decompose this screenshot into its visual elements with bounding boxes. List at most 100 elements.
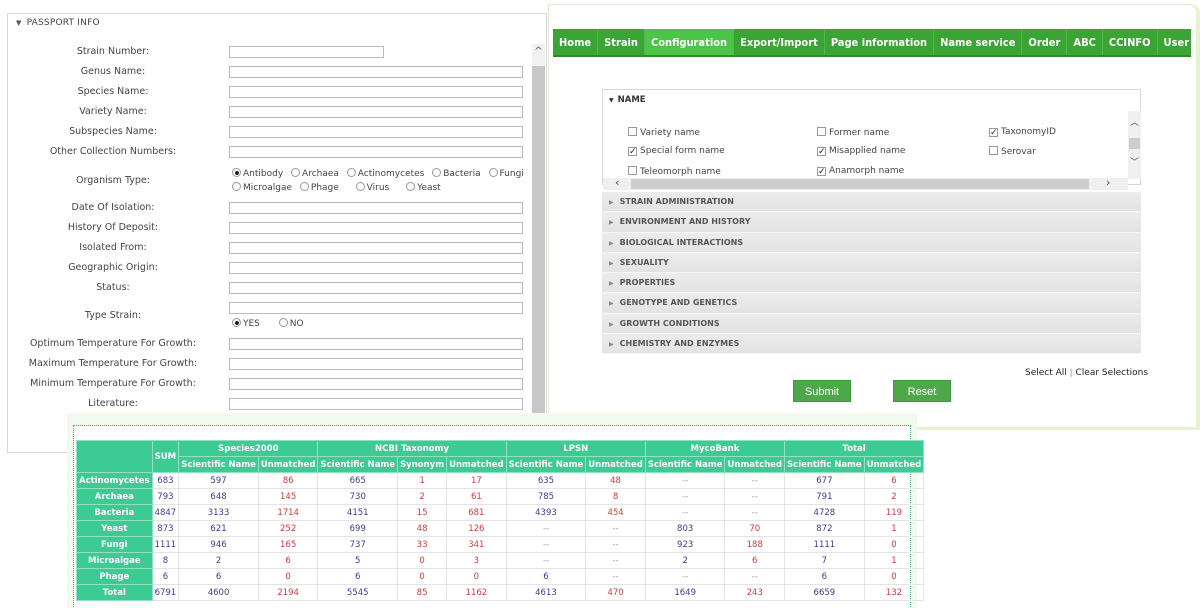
column-header: Scientific Name — [317, 456, 399, 473]
organism-radio-virus[interactable]: Virus — [355, 182, 389, 193]
scroll-right-arrow-icon[interactable]: › — [1106, 176, 1110, 189]
checkbox-taxonomyid[interactable]: ✓ TaxonomyID — [989, 127, 1056, 138]
type-strain-input[interactable] — [229, 302, 523, 314]
section-genotype-and-genetics[interactable]: ▶ GENOTYPE AND GENETICS — [602, 293, 1141, 314]
strain-number-input[interactable] — [229, 46, 384, 58]
organism-radio-yeast[interactable]: Yeast — [406, 182, 441, 193]
nav-tab-user[interactable]: User — [1158, 29, 1196, 55]
radio-icon — [406, 182, 416, 191]
table-cell: 1 — [863, 520, 925, 537]
checkbox-checked-icon: ✓ — [989, 128, 998, 138]
subspecies-name-input[interactable] — [229, 126, 523, 138]
field-row-subspecies-name: Subspecies Name: — [8, 122, 528, 142]
organism-radio-archaea[interactable]: Archaea — [291, 168, 339, 179]
date-of-isolation-input[interactable] — [229, 202, 523, 214]
checkbox-special-form-name[interactable]: ✓ Special form name — [628, 146, 725, 157]
section-biological-interactions[interactable]: ▶ BIOLOGICAL INTERACTIONS — [602, 232, 1141, 253]
passport-info-header[interactable]: ▼ PASSPORT INFO — [16, 18, 100, 28]
section-environment-and-history[interactable]: ▶ ENVIRONMENT AND HISTORY — [602, 212, 1141, 233]
nav-tab-order[interactable]: Order — [1022, 29, 1068, 55]
table-cell: 0 — [397, 568, 448, 585]
species-name-input[interactable] — [229, 86, 523, 98]
field-label: Type Strain: — [84, 310, 142, 321]
nav-tab-strain[interactable]: Strain — [598, 29, 645, 55]
reset-button[interactable]: Reset — [893, 380, 951, 402]
type-strain-radio-yes[interactable]: YES — [232, 318, 260, 329]
field-row-optimum-temperature: Optimum Temperature For Growth: — [8, 334, 528, 354]
scroll-down-arrow-icon[interactable]: ﹀ — [1128, 155, 1141, 168]
table-row: Archaea 793 648 145 730 2 61 785 8 -- -- 791 2 — [76, 488, 925, 505]
name-vertical-scrollbar[interactable]: ︿ ﹀ — [1128, 111, 1141, 179]
select-all-link[interactable]: Select All — [1025, 368, 1067, 378]
nav-tab-export-import[interactable]: Export/Import — [734, 29, 825, 55]
table-cell: 3 — [446, 552, 507, 569]
organism-radio-phage[interactable]: Phage — [299, 182, 339, 193]
section-chemistry-and-enzymes[interactable]: ▶ CHEMISTRY AND ENZYMES — [602, 334, 1141, 355]
table-cell: 6 — [724, 552, 786, 569]
section-strain-administration[interactable]: ▶ STRAIN ADMINISTRATION — [602, 192, 1141, 213]
table-cell: 70 — [724, 520, 786, 537]
table-cell: 6 — [257, 552, 319, 569]
column-header: Scientific Name — [178, 456, 259, 473]
table-cell: 3133 — [178, 504, 259, 521]
checkbox-misapplied-name[interactable]: ✓ Misapplied name — [817, 146, 906, 157]
name-section-header[interactable]: ▼ NAME — [609, 95, 646, 105]
organism-radio-bacteria[interactable]: Bacteria — [432, 168, 481, 179]
submit-button[interactable]: Submit — [793, 380, 851, 402]
other-collection-numbers-input[interactable] — [229, 146, 523, 158]
checkbox-anamorph-name[interactable]: ✓ Anamorph name — [817, 166, 904, 177]
organism-radio-actinomycetes[interactable]: Actinomycetes — [346, 168, 424, 179]
scrollbar-thumb[interactable] — [1129, 138, 1140, 149]
collapse-triangle-icon: ▼ — [609, 97, 614, 104]
name-horizontal-scrollbar[interactable]: ‹ › — [603, 176, 1128, 190]
sum-header: SUM — [151, 440, 180, 473]
nav-tab-ccinfo[interactable]: CCINFO — [1103, 29, 1158, 55]
checkbox-variety-name[interactable]: Variety name — [628, 127, 700, 138]
column-header: Scientific Name — [505, 456, 587, 473]
section-properties[interactable]: ▶ PROPERTIES — [602, 273, 1141, 294]
name-section-panel: ▼ NAME Variety name Former name ✓ Taxonomy… — [602, 89, 1141, 190]
variety-name-input[interactable] — [229, 106, 523, 118]
collapse-triangle-icon: ▼ — [16, 19, 22, 27]
section-sexuality[interactable]: ▶ SEXUALITY — [602, 252, 1141, 274]
maximum-temperature-input[interactable] — [229, 358, 523, 370]
nav-tab-page-information[interactable]: Page information — [825, 29, 935, 55]
optimum-temperature-input[interactable] — [229, 338, 523, 350]
nav-tab-name-service[interactable]: Name service — [934, 29, 1023, 55]
checkbox-checked-icon: ✓ — [817, 147, 826, 157]
field-row-genus-name: Genus Name: — [8, 62, 528, 82]
organism-radio-antibody[interactable]: Antibody — [232, 168, 283, 179]
table-cell: 4600 — [178, 584, 259, 601]
checkbox-teleomorph-name[interactable]: Teleomorph name — [628, 166, 721, 177]
table-cell: 1111 — [784, 536, 865, 553]
field-label: Minimum Temperature For Growth: — [30, 378, 196, 389]
table-cell: 648 — [178, 488, 259, 505]
minimum-temperature-input[interactable] — [229, 378, 523, 390]
section-growth-conditions[interactable]: ▶ GROWTH CONDITIONS — [602, 313, 1141, 335]
organism-radio-fungi[interactable]: Fungi — [488, 168, 524, 179]
nav-tab-home[interactable]: Home — [553, 29, 599, 55]
genus-name-input[interactable] — [229, 66, 523, 78]
status-input[interactable] — [229, 282, 523, 294]
passport-vertical-scrollbar[interactable]: ^ — [532, 44, 545, 429]
organism-radio-microalgae[interactable]: Microalgae — [232, 182, 292, 193]
scroll-left-arrow-icon[interactable]: ‹ — [615, 176, 619, 189]
checkbox-serovar[interactable]: Serovar — [989, 146, 1036, 157]
nav-tab-abc[interactable]: ABC — [1067, 29, 1103, 55]
field-label: Variety Name: — [79, 106, 147, 117]
geographic-origin-input[interactable] — [229, 262, 523, 274]
history-of-deposit-input[interactable] — [229, 222, 523, 234]
table-cell: 165 — [257, 536, 319, 553]
scroll-up-arrow-icon[interactable]: ^ — [532, 44, 545, 66]
isolated-from-input[interactable] — [229, 242, 523, 254]
radio-selected-icon — [232, 318, 241, 327]
clear-selections-link[interactable]: Clear Selections — [1076, 368, 1149, 378]
checkbox-former-name[interactable]: Former name — [817, 127, 889, 138]
nav-tab-configuration[interactable]: Configuration — [644, 29, 735, 55]
scrollbar-thumb[interactable] — [631, 179, 1089, 189]
scroll-up-arrow-icon[interactable]: ︿ — [1128, 115, 1141, 128]
checkbox-checked-icon: ✓ — [628, 147, 637, 157]
literature-input[interactable] — [229, 398, 523, 410]
row-header: Microalgae — [76, 552, 153, 569]
type-strain-radio-no[interactable]: NO — [278, 318, 304, 329]
